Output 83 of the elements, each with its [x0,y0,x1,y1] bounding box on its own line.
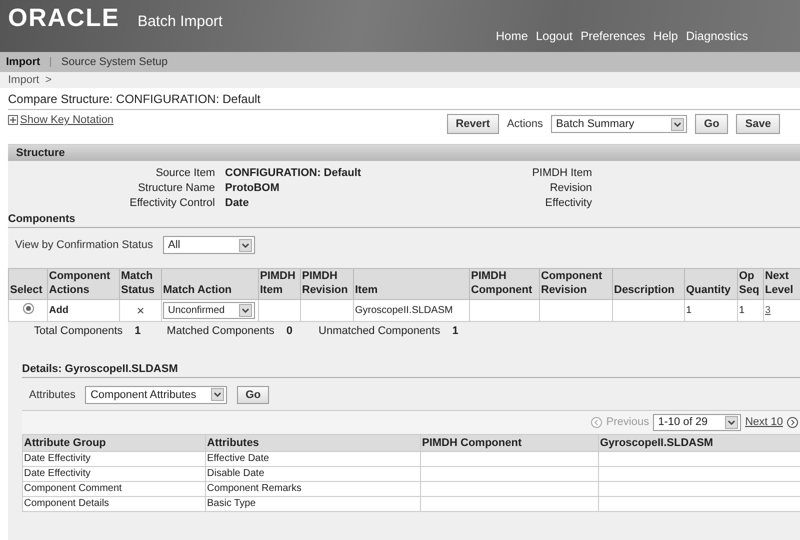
attributes-select[interactable]: Component Attributes [85,386,228,404]
table-cell: Effective Date [207,453,270,464]
table-cell: Component Comment [24,483,122,494]
column-header: Next Level [764,268,800,299]
total-label: Matched Components [166,324,274,336]
global-link[interactable]: Preferences [580,29,646,43]
caret-icon [671,118,684,130]
section-header: Structure [8,145,800,161]
range-select[interactable]: 1-10 of 29 [653,414,742,430]
column-header: Op Seq [738,268,764,299]
column-header: Match Status [120,268,162,299]
go-button[interactable]: Go [237,386,269,404]
global-link[interactable]: Home [496,29,528,43]
field-value: ProtoBOM [225,182,280,194]
caret-icon [238,238,252,252]
table-cell: 1 [739,304,745,316]
column-header: PIMDH Component [470,268,540,299]
caret-icon [211,388,224,401]
table-cell: Basic Type [207,498,256,509]
table-cell: Component Remarks [207,483,302,494]
field-label: Effectivity Control [128,197,215,209]
column-header: Description [612,268,684,299]
column-header: Item [354,268,470,299]
field-value: CONFIGURATION: Default [225,167,362,179]
page-title: Compare Structure: CONFIGURATION: Default [8,92,800,110]
show-key-notation-link[interactable]: Show Key Notation [20,114,114,126]
filter-label: View by Confirmation Status [15,239,153,251]
app-title: Batch Import [138,13,223,30]
attributes-label: Attributes [29,388,76,400]
total-value: 1 [134,324,141,336]
match-action-select[interactable]: Unconfirmed [163,302,255,318]
expand-icon[interactable] [8,115,18,125]
global-link[interactable]: Diagnostics [686,29,748,43]
table-cell: Disable Date [207,468,264,479]
column-header: Component Actions [48,268,120,299]
tab[interactable]: Source System Setup [61,56,168,68]
table-cell: Date Effectivity [24,468,91,479]
field-label: PIMDH Item [531,167,592,179]
column-header: Attributes [206,434,420,451]
column-header: Quantity [684,268,738,299]
caret-icon [725,416,738,428]
total-value: 0 [286,324,293,336]
next-icon[interactable] [787,416,798,428]
field-label: Source Item [154,167,215,179]
radio-button[interactable] [22,303,34,314]
actions-select[interactable]: Batch Summary [551,115,688,133]
actions-label: Actions [506,118,544,130]
table-cell: Add [49,304,68,316]
oracle-logo: ORACLE [8,4,120,33]
status-select[interactable]: All [162,236,255,254]
column-header: Select [8,268,48,299]
field-value: Date [225,197,250,209]
table-cell: Date Effectivity [24,453,91,464]
table-cell: Component Details [24,498,110,509]
column-header: Attribute Group [22,434,206,451]
section-title: Components [8,209,800,228]
revert-button[interactable]: Revert [446,114,499,134]
table-cell: 1 [686,304,692,316]
total-label: Unmatched Components [318,324,440,336]
field-label: Structure Name [136,182,215,194]
breadcrumb-separator: > [45,74,52,86]
global-link[interactable]: Help [653,29,678,43]
total-label: Total Components [34,324,123,336]
column-header: PIMDH Component [420,434,598,451]
global-link[interactable]: Logout [536,29,573,43]
tab[interactable]: Import [6,56,40,68]
table-cell: GyroscopeII.SLDASM [355,304,453,316]
column-header: PIMDH Revision [300,268,354,299]
caret-icon [239,304,252,316]
column-header: Match Action [162,268,258,299]
column-header: PIMDH Item [258,268,300,299]
column-header: Component Revision [540,268,612,299]
breadcrumb-link[interactable]: Import [8,74,40,86]
next-level-link[interactable]: 3 [765,304,771,316]
save-button[interactable]: Save [736,114,780,134]
section-title: Details: GyroscopeII.SLDASM [22,358,800,378]
go-button[interactable]: Go [695,114,728,134]
field-label: Effectivity [544,197,592,209]
field-label: Revision [548,182,592,194]
cross-icon: × [136,302,144,318]
next-link[interactable]: Next 10 [745,416,783,428]
column-header: GyroscopeII.SLDASM [598,434,800,451]
total-value: 1 [452,324,458,336]
